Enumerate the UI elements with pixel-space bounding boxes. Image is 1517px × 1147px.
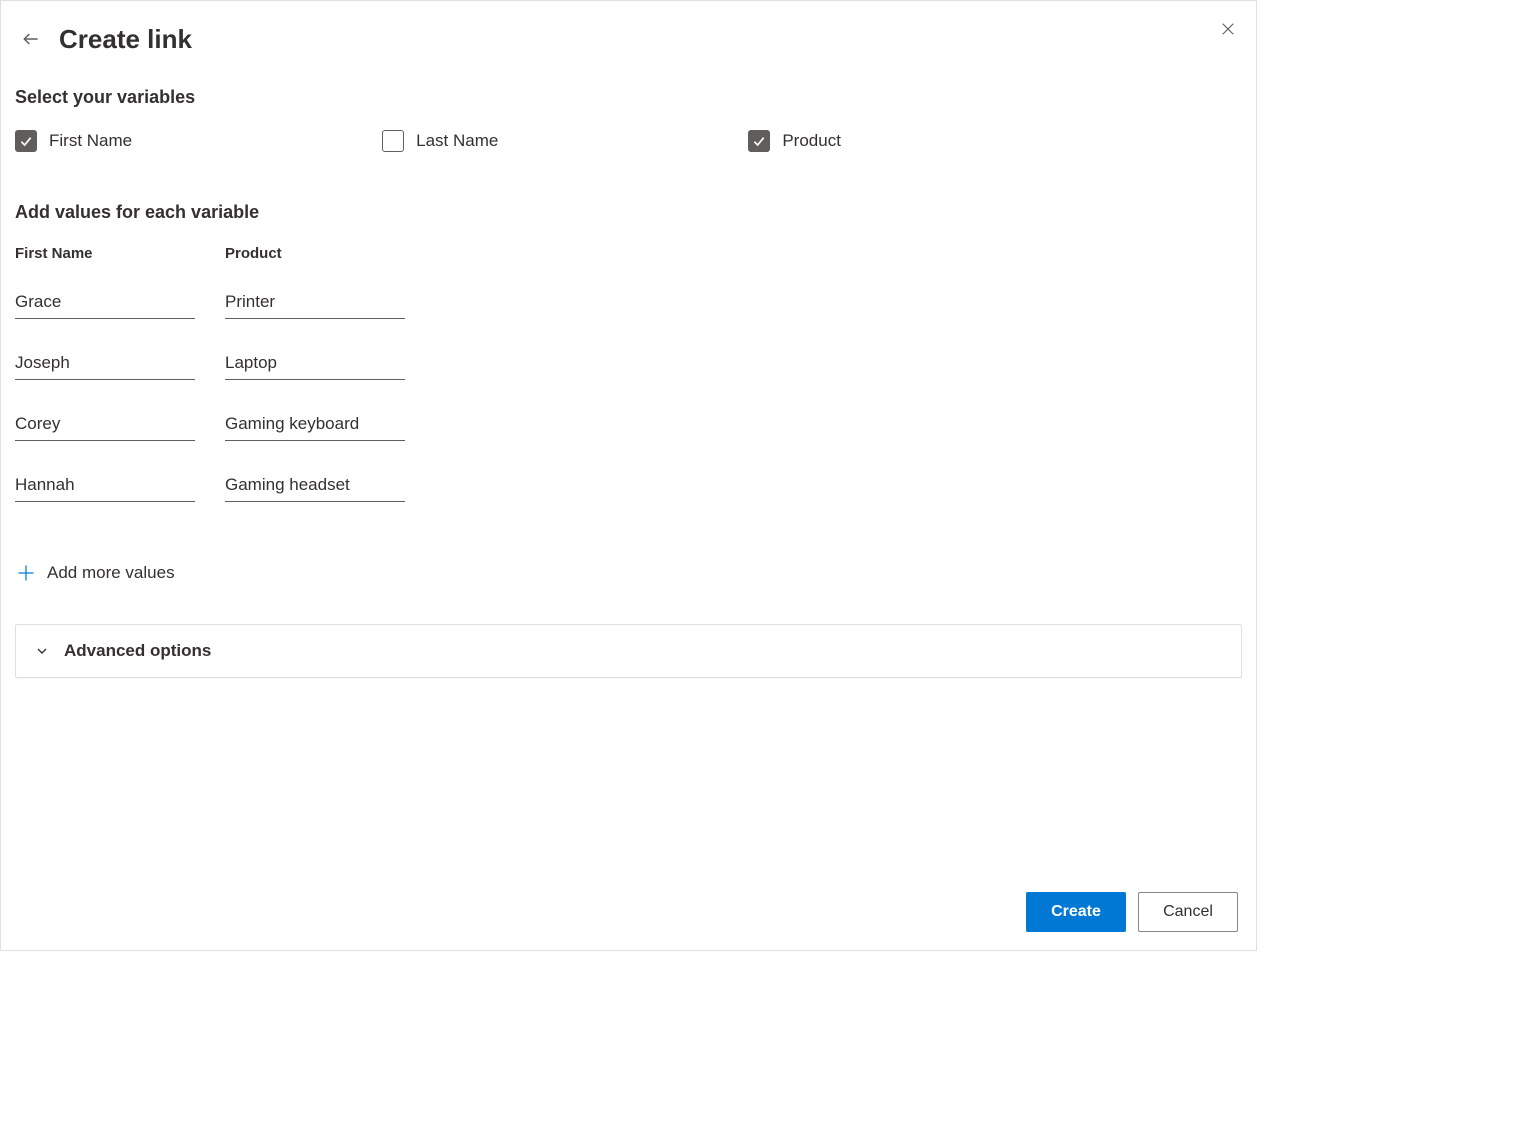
variables-heading: Select your variables	[15, 87, 1242, 108]
advanced-label: Advanced options	[64, 641, 211, 661]
checkbox-label: First Name	[49, 131, 132, 151]
back-button[interactable]	[15, 23, 47, 55]
checkbox-label: Last Name	[416, 131, 498, 151]
value-input[interactable]	[15, 469, 195, 502]
values-column-product: Product	[225, 245, 405, 530]
value-input[interactable]	[15, 408, 195, 441]
close-button[interactable]	[1212, 13, 1244, 45]
checkmark-icon	[751, 133, 767, 149]
checkbox-product[interactable]: Product	[748, 130, 841, 152]
value-input[interactable]	[225, 347, 405, 380]
checkmark-icon	[18, 133, 34, 149]
checkbox-box	[15, 130, 37, 152]
advanced-options-toggle[interactable]: Advanced options	[15, 624, 1242, 678]
dialog-header: Create link	[1, 1, 1256, 73]
value-input[interactable]	[225, 469, 405, 502]
dialog-content: Select your variables First Name Last Na…	[1, 73, 1256, 874]
values-heading: Add values for each variable	[15, 202, 1242, 223]
checkbox-label: Product	[782, 131, 841, 151]
checkbox-first-name[interactable]: First Name	[15, 130, 132, 152]
checkbox-box	[748, 130, 770, 152]
checkbox-last-name[interactable]: Last Name	[382, 130, 498, 152]
dialog-title: Create link	[59, 24, 192, 55]
close-icon	[1219, 20, 1237, 38]
values-table: First Name Product	[15, 245, 1242, 530]
value-input[interactable]	[15, 286, 195, 319]
create-button[interactable]: Create	[1026, 892, 1126, 932]
value-input[interactable]	[225, 286, 405, 319]
back-arrow-icon	[21, 29, 41, 49]
column-header: First Name	[15, 245, 195, 262]
plus-icon	[15, 562, 37, 584]
checkbox-box	[382, 130, 404, 152]
add-more-label: Add more values	[47, 563, 175, 583]
variable-checkboxes: First Name Last Name Product	[15, 130, 1242, 152]
value-input[interactable]	[15, 347, 195, 380]
value-input[interactable]	[225, 408, 405, 441]
chevron-down-icon	[34, 643, 50, 659]
values-column-first-name: First Name	[15, 245, 195, 530]
create-link-dialog: Create link Select your variables First …	[0, 0, 1257, 951]
add-more-values-button[interactable]: Add more values	[15, 562, 1242, 584]
column-header: Product	[225, 245, 405, 262]
dialog-footer: Create Cancel	[1, 874, 1256, 950]
cancel-button[interactable]: Cancel	[1138, 892, 1238, 932]
